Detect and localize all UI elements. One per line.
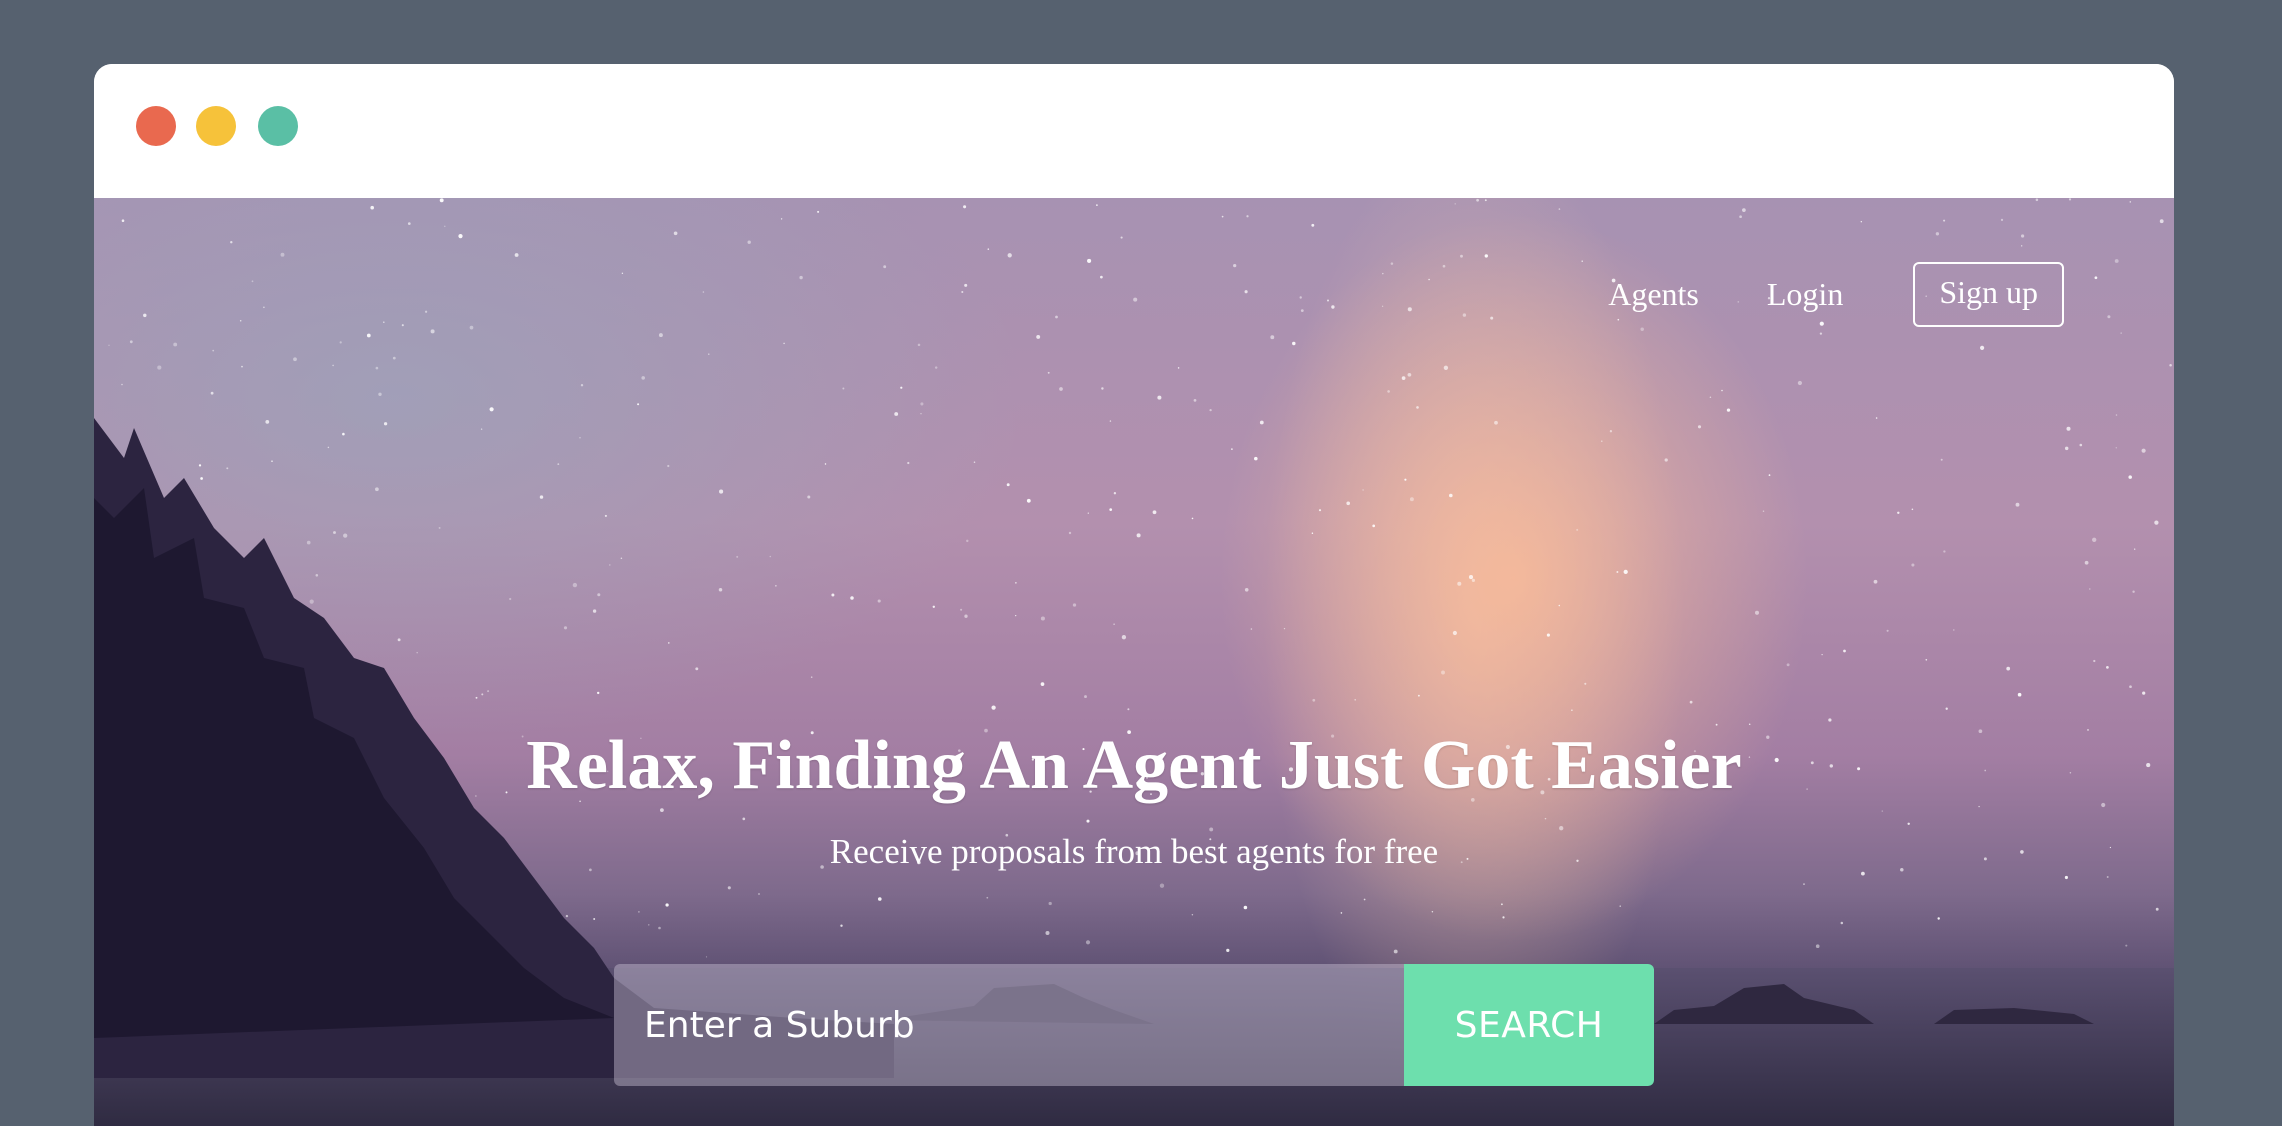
signup-button[interactable]: Sign up [1913,262,2064,327]
close-window-button[interactable] [136,106,176,146]
minimize-window-button[interactable] [196,106,236,146]
hero-section: Agents Login Sign up Relax, Finding An A… [94,198,2174,1126]
nav-link-agents[interactable]: Agents [1608,276,1699,313]
suburb-search-input[interactable] [614,964,1404,1086]
hero-headline: Relax, Finding An Agent Just Got Easier [526,727,1742,804]
window-titlebar [94,64,2174,198]
top-navigation: Agents Login Sign up [1608,262,2064,327]
hero-subheadline: Receive proposals from best agents for f… [829,832,1439,871]
search-button[interactable]: SEARCH [1404,964,1654,1086]
nav-link-login[interactable]: Login [1767,276,1843,313]
maximize-window-button[interactable] [258,106,298,146]
suburb-search-form: SEARCH [614,964,1654,1086]
browser-window: Agents Login Sign up Relax, Finding An A… [94,64,2174,1126]
